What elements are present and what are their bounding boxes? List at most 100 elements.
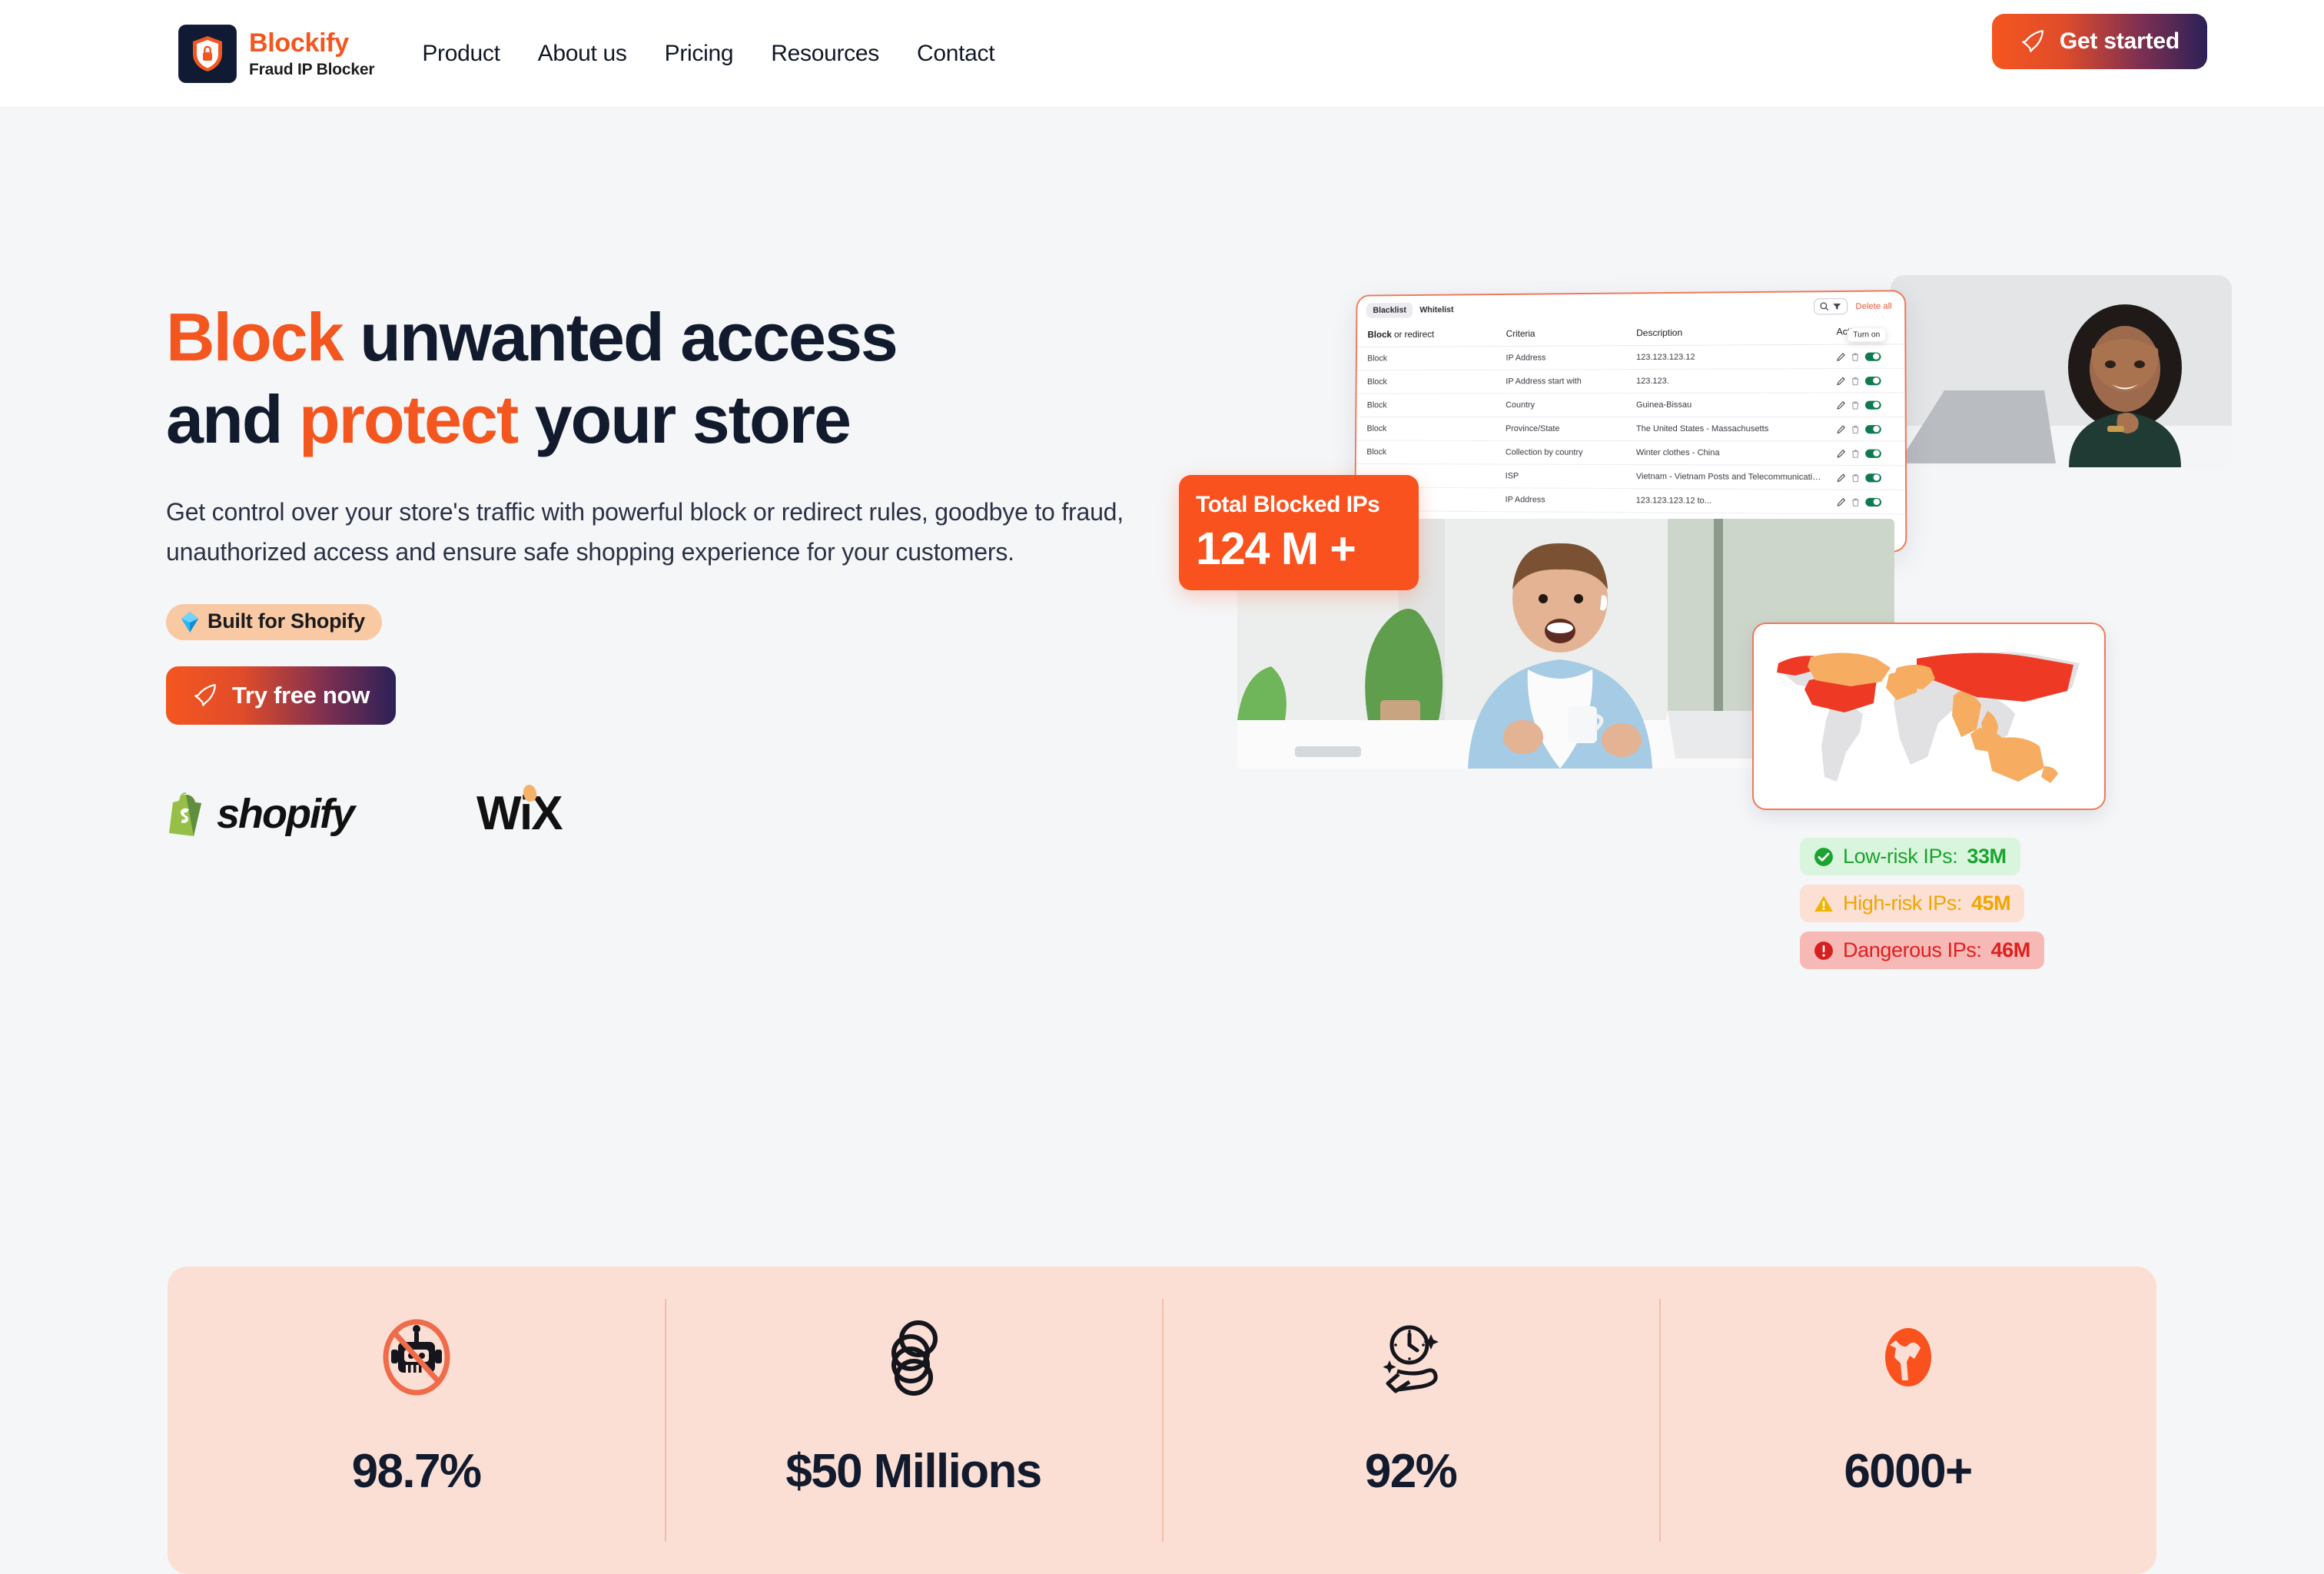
stat-money-saved: $50 Millions bbox=[665, 1267, 1162, 1574]
shopify-bag-icon bbox=[169, 792, 201, 836]
trash-icon[interactable] bbox=[1851, 473, 1859, 482]
diamond-icon bbox=[181, 611, 198, 633]
try-free-now-label: Try free now bbox=[232, 682, 370, 709]
delete-all-button[interactable]: Delete all bbox=[1855, 301, 1894, 311]
cell-description: 123.123. bbox=[1625, 368, 1826, 394]
cell-action bbox=[1825, 417, 1905, 442]
warning-triangle-icon bbox=[1814, 895, 1833, 912]
status-badge-dangerous: Dangerous IPs: 46M bbox=[1800, 931, 2044, 969]
low-risk-label: Low-risk IPs: bbox=[1843, 845, 1958, 868]
hero-collage: Blacklist Whitelist Delete all Turn on B… bbox=[1179, 275, 2232, 1007]
edit-icon[interactable] bbox=[1837, 425, 1845, 433]
search-icon bbox=[1819, 301, 1829, 311]
trash-icon[interactable] bbox=[1851, 377, 1859, 385]
hero-title-rest-2: your store bbox=[517, 381, 852, 458]
get-started-label: Get started bbox=[2059, 28, 2180, 54]
status-badge-high-risk: High-risk IPs: 45M bbox=[1800, 885, 2025, 922]
nav-item-resources[interactable]: Resources bbox=[771, 41, 879, 67]
status-toggle[interactable] bbox=[1864, 424, 1881, 433]
nav-item-contact[interactable]: Contact bbox=[917, 41, 995, 67]
wix-logo: WiX bbox=[476, 783, 563, 841]
edit-icon[interactable] bbox=[1837, 497, 1845, 506]
brand-logo[interactable]: Blockify Fraud IP Blocker bbox=[178, 24, 375, 83]
table-row[interactable]: Block Province/State The United States - M… bbox=[1356, 417, 1905, 442]
hero-subtitle: Get control over your store's traffic wi… bbox=[166, 497, 1124, 566]
status-toggle[interactable] bbox=[1864, 449, 1881, 458]
high-risk-label: High-risk IPs: bbox=[1843, 892, 1962, 915]
tab-blacklist[interactable]: Blacklist bbox=[1366, 302, 1413, 318]
stats-bar: 98.7% $50 Millions 92% 6000+ bbox=[168, 1267, 2156, 1574]
cell-criteria: Collection by country bbox=[1495, 440, 1625, 465]
blocklist-dashboard-card: Blacklist Whitelist Delete all Turn on B… bbox=[1353, 290, 1907, 553]
edit-icon[interactable] bbox=[1837, 449, 1845, 457]
stat-value-merchants: 6000+ bbox=[1844, 1445, 1973, 1498]
edit-icon[interactable] bbox=[1837, 400, 1845, 409]
edit-icon[interactable] bbox=[1837, 352, 1845, 360]
cell-action bbox=[1825, 392, 1905, 417]
rocket-icon bbox=[194, 684, 216, 706]
column-criteria: Criteria bbox=[1495, 320, 1626, 347]
cell-description: Vietnam - Vietnam Posts and Telecommunic… bbox=[1625, 464, 1826, 490]
stat-time-saved: 92% bbox=[1162, 1267, 1659, 1574]
edit-icon[interactable] bbox=[1837, 377, 1845, 385]
cell-action bbox=[1825, 368, 1905, 394]
status-toggle[interactable] bbox=[1864, 376, 1881, 385]
nav-item-about-us[interactable]: About us bbox=[538, 41, 627, 67]
status-toggle[interactable] bbox=[1864, 352, 1881, 361]
table-row[interactable]: IP Address 123.123.123.12 to... bbox=[1356, 486, 1906, 515]
shopify-label: shopify bbox=[217, 790, 355, 837]
photo-woman-at-laptop bbox=[1891, 275, 2232, 467]
shield-lock-icon bbox=[178, 24, 237, 83]
site-header: Blockify Fraud IP Blocker Product About … bbox=[0, 0, 2324, 108]
cell-block-or-redirect: Block bbox=[1356, 346, 1496, 370]
cell-criteria: IP Address start with bbox=[1495, 369, 1626, 394]
cell-block-or-redirect: Block bbox=[1356, 370, 1496, 394]
cell-criteria: Country bbox=[1495, 393, 1626, 417]
blocklist-table: Block or redirect Criteria Description A… bbox=[1356, 318, 1906, 515]
trash-icon[interactable] bbox=[1851, 352, 1859, 360]
cell-criteria: ISP bbox=[1494, 464, 1625, 489]
brand-tagline: Fraud IP Blocker bbox=[249, 60, 375, 78]
trash-icon[interactable] bbox=[1851, 449, 1859, 457]
table-row[interactable]: ISP Vietnam - Vietnam Posts and Telecommu… bbox=[1356, 463, 1906, 490]
column-block-or-redirect: Block or redirect bbox=[1356, 321, 1496, 347]
cell-criteria: IP Address bbox=[1495, 345, 1626, 370]
total-blocked-ips-card: Total Blocked IPs 124 M + bbox=[1179, 475, 1419, 590]
nav-item-product[interactable]: Product bbox=[422, 41, 500, 67]
table-row[interactable]: Block Country Guinea-Bissau bbox=[1356, 392, 1905, 417]
wix-label: WiX bbox=[476, 787, 563, 841]
total-blocked-ips-value: 124 M + bbox=[1196, 523, 1356, 574]
trash-icon[interactable] bbox=[1851, 497, 1860, 506]
filter-icon bbox=[1833, 303, 1841, 310]
check-circle-icon bbox=[1814, 847, 1833, 866]
table-row[interactable]: Block IP Address start with 123.123. bbox=[1356, 368, 1905, 394]
try-free-now-button[interactable]: Try free now bbox=[166, 666, 397, 726]
status-toggle[interactable] bbox=[1864, 400, 1881, 410]
cell-action bbox=[1825, 344, 1905, 369]
globe-icon bbox=[1867, 1314, 1950, 1400]
cell-criteria: Province/State bbox=[1495, 417, 1625, 441]
low-risk-value: 33M bbox=[1967, 845, 2007, 868]
cell-action bbox=[1825, 465, 1906, 490]
table-row[interactable]: Block IP Address 123.123.123.12 bbox=[1356, 344, 1905, 370]
cell-description: 123.123.123.12 bbox=[1625, 344, 1826, 370]
nav-item-pricing[interactable]: Pricing bbox=[665, 41, 734, 67]
built-for-shopify-badge: Built for Shopify bbox=[166, 604, 382, 641]
tab-whitelist[interactable]: Whitelist bbox=[1413, 302, 1461, 317]
trash-icon[interactable] bbox=[1851, 425, 1859, 433]
status-toggle[interactable] bbox=[1864, 473, 1881, 482]
search-filter-group[interactable] bbox=[1814, 297, 1848, 315]
get-started-button[interactable]: Get started bbox=[1991, 14, 2207, 69]
stat-merchants: 6000+ bbox=[1659, 1267, 2156, 1574]
table-header-row: Block or redirect Criteria Description A… bbox=[1356, 318, 1905, 347]
status-badge-low-risk: Low-risk IPs: 33M bbox=[1800, 838, 2020, 875]
table-row[interactable]: Block Collection by country Winter clothes… bbox=[1356, 440, 1905, 466]
cell-description: Winter clothes - China bbox=[1625, 440, 1826, 466]
trash-icon[interactable] bbox=[1851, 400, 1859, 409]
dashboard-toolbar: Blacklist Whitelist Delete all bbox=[1357, 291, 1904, 323]
edit-icon[interactable] bbox=[1837, 473, 1845, 482]
column-description: Description bbox=[1625, 319, 1826, 346]
built-for-shopify-label: Built for Shopify bbox=[208, 609, 365, 633]
status-toggle[interactable] bbox=[1865, 497, 1881, 506]
coins-stack-icon bbox=[872, 1314, 955, 1400]
